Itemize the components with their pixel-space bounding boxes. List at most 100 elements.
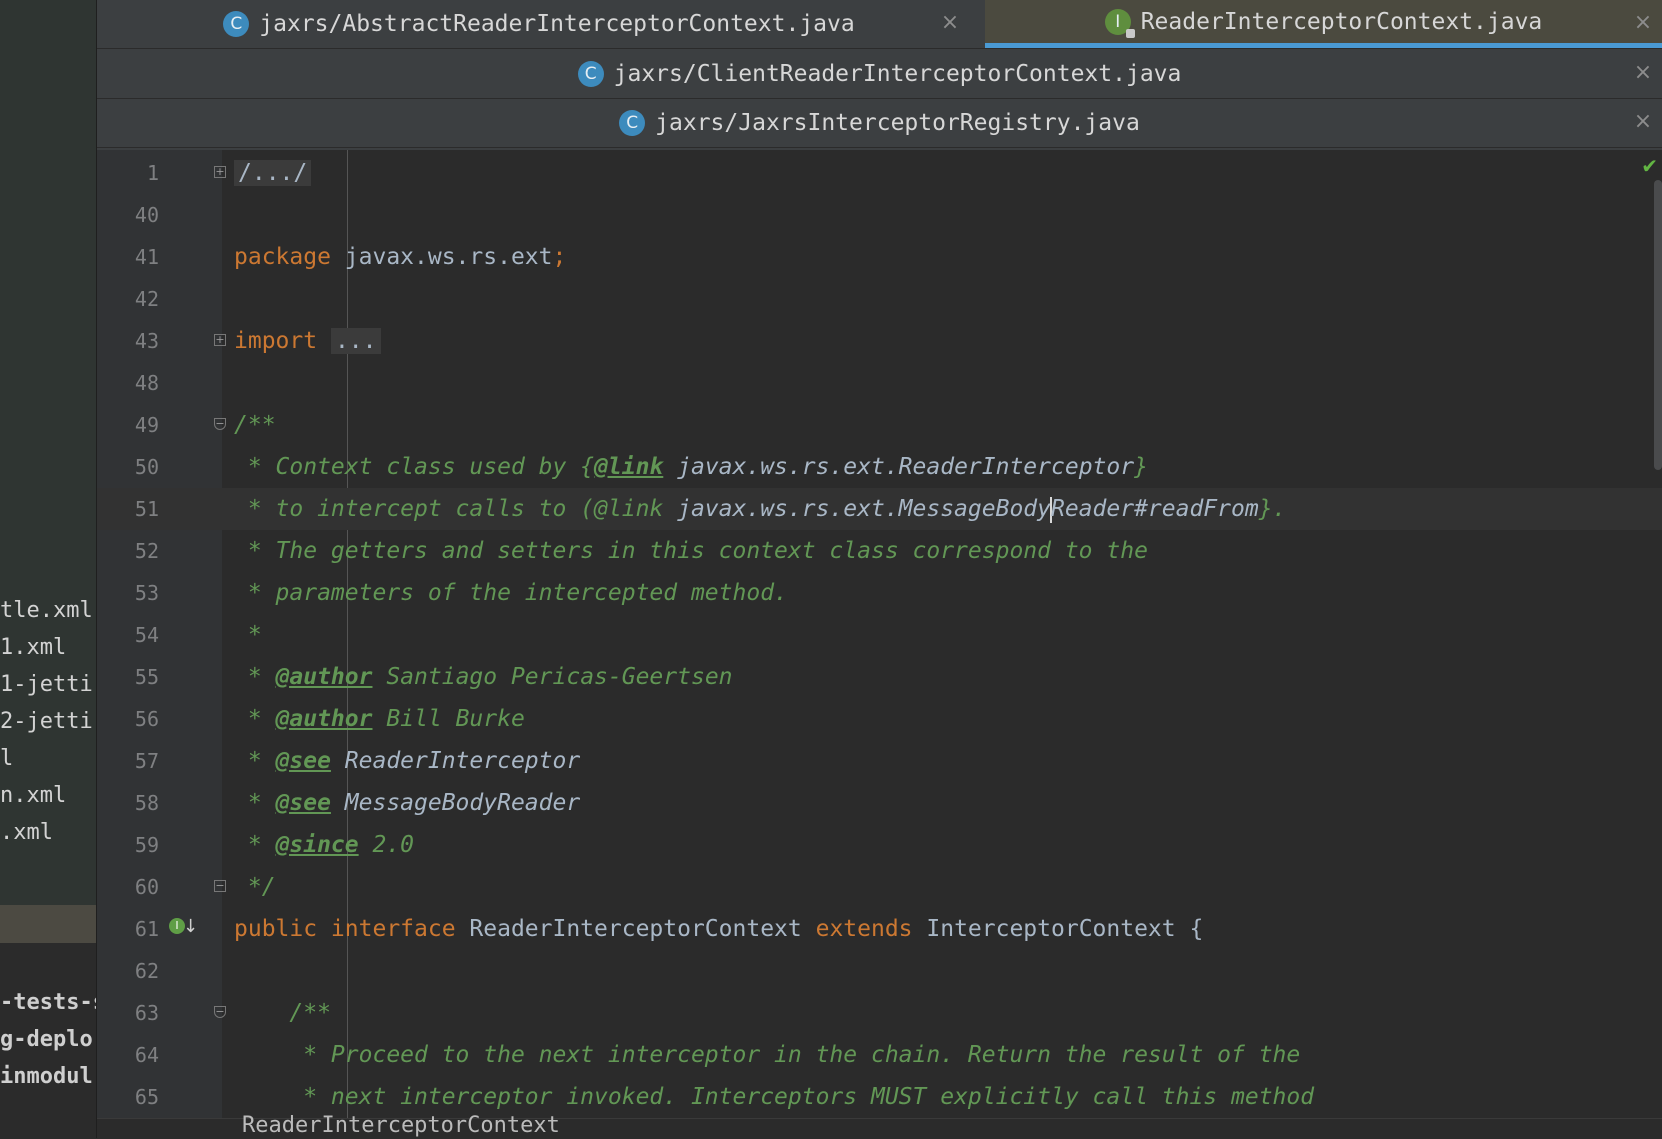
javadoc-tag: @since [275,832,359,858]
sidebar-file-item[interactable]: .xml [0,820,53,845]
javadoc-text: * [234,622,262,648]
javadoc-text: * parameters of the intercepted method. [234,580,788,606]
code-line[interactable]: 60 − */ [97,866,1662,908]
line-number: 62 [134,959,159,983]
code-line[interactable]: 48 [97,362,1662,404]
code-line[interactable]: 62 [97,950,1662,992]
fold-collapse-icon[interactable]: − [214,880,226,892]
line-number: 53 [134,581,159,605]
javadoc-text: * [234,832,276,858]
close-icon[interactable]: × [1632,111,1654,133]
code-line[interactable]: 55 * @author Santiago Pericas-Geertsen [97,656,1662,698]
sidebar-selected-row[interactable] [0,905,97,943]
keyword: import [234,328,318,354]
code-line[interactable]: 53 * parameters of the intercepted metho… [97,572,1662,614]
keyword: extends [815,916,913,942]
line-number: 55 [134,665,159,689]
javadoc-text: 2.0 [358,832,415,858]
code-line[interactable]: 50 * Context class used by {@link javax.… [97,446,1662,488]
fold-collapse-icon[interactable]: − [214,1006,226,1018]
tab-label: jaxrs/ClientReaderInterceptorContext.jav… [613,61,1182,87]
javadoc-text: Bill Burke [372,706,525,732]
inspection-ok-icon[interactable]: ✔ [1641,154,1658,178]
line-number: 58 [134,791,159,815]
javadoc-text: * [234,664,276,690]
javadoc-tag: @author [275,664,373,690]
sidebar-file-item[interactable]: tle.xml [0,598,93,623]
class-icon: C [619,110,646,136]
sidebar-module-item[interactable]: -tests-s [0,990,97,1015]
folded-header-comment[interactable]: /.../ [234,160,312,186]
tab-jaxrs-interceptor-registry[interactable]: C jaxrs/JaxrsInterceptorRegistry.java × [97,99,1662,147]
semicolon: ; [552,244,567,270]
line-number: 63 [134,1001,159,1025]
code-line[interactable]: 64 * Proceed to the next interceptor in … [97,1034,1662,1076]
javadoc-text: */ [234,874,276,900]
code-line[interactable]: 65 * next interceptor invoked. Intercept… [97,1076,1662,1118]
javadoc-reference: MessageBodyReader [330,790,581,816]
sidebar-module-item[interactable]: inmodul [0,1064,93,1089]
line-number: 54 [134,623,159,647]
javadoc-reference: ReaderInterceptor [330,748,581,774]
tab-row-3: C jaxrs/JaxrsInterceptorRegistry.java × [97,99,1662,148]
folded-imports[interactable]: ... [330,328,381,354]
line-number: 56 [134,707,159,731]
javadoc-text: }. [1258,496,1287,522]
code-line[interactable]: 41 package javax.ws.rs.ext; [97,236,1662,278]
tab-reader-interceptor-context[interactable]: I ReaderInterceptorContext.java × [985,0,1662,48]
line-number: 61 [134,917,159,941]
line-number: 43 [134,329,159,353]
down-arrow-icon[interactable]: ↓ [183,916,198,937]
code-line[interactable]: 57 * @see ReaderInterceptor [97,740,1662,782]
line-number: 41 [134,245,159,269]
code-line-current[interactable]: 51 * to intercept calls to (@link javax.… [97,488,1662,530]
fold-collapse-icon[interactable]: − [214,418,226,430]
line-number: 51 [134,497,159,521]
vertical-scrollbar[interactable] [1654,180,1662,470]
interface-icon: I [1104,8,1135,38]
tab-client-reader-interceptor-context[interactable]: C jaxrs/ClientReaderInterceptorContext.j… [97,50,1662,98]
code-editor[interactable]: 1 + /.../ 40 41 package javax.ws.rs.ext;… [97,150,1662,1118]
close-icon[interactable]: × [1632,12,1654,34]
code-line[interactable]: 54 * [97,614,1662,656]
line-number: 52 [134,539,159,563]
sidebar-file-item[interactable]: 2-jetti [0,709,93,734]
sidebar-module-item[interactable]: g-deplo [0,1027,93,1052]
javadoc-text: * to intercept calls to (@link [234,496,678,522]
javadoc-tag: @author [275,706,373,732]
javadoc-text: * next interceptor invoked. Interceptors… [234,1084,1315,1110]
tab-row-1: C jaxrs/AbstractReaderInterceptorContext… [97,0,1662,49]
code-line[interactable]: 40 [97,194,1662,236]
code-line[interactable]: 56 * @author Bill Burke [97,698,1662,740]
close-icon[interactable]: × [939,12,961,34]
javadoc-text: } [1134,454,1148,480]
sidebar-file-item[interactable]: 1.xml [0,635,66,660]
code-line[interactable]: 43 + import ... [97,320,1662,362]
breadcrumb-item[interactable]: ReaderInterceptorContext [242,1113,560,1138]
javadoc-text: * [234,706,276,732]
code-line[interactable]: 49 − /** [97,404,1662,446]
code-line[interactable]: 52 * The getters and setters in this con… [97,530,1662,572]
line-number: 48 [134,371,159,395]
lock-icon [1125,28,1135,38]
fold-expand-icon[interactable]: + [214,334,226,346]
code-line[interactable]: 42 [97,278,1662,320]
code-line[interactable]: 61 I ↓ public interface ReaderIntercepto… [97,908,1662,950]
super-interface: InterceptorContext { [912,916,1204,942]
sidebar-tree-background [0,0,97,905]
class-icon: C [223,11,250,37]
close-icon[interactable]: × [1632,62,1654,84]
sidebar-file-item[interactable]: 1-jetti [0,672,93,697]
line-number: 64 [134,1043,159,1067]
sidebar-file-item[interactable]: n.xml [0,783,66,808]
code-line[interactable]: 63 − /** [97,992,1662,1034]
line-number: 59 [134,833,159,857]
project-sidebar: tle.xml 1.xml 1-jetti 2-jetti l n.xml .x… [0,0,97,1138]
code-line[interactable]: 58 * @see MessageBodyReader [97,782,1662,824]
javadoc-text: * [234,748,276,774]
sidebar-file-item[interactable]: l [0,746,13,771]
code-line[interactable]: 1 + /.../ [97,152,1662,194]
tab-abstract-reader-interceptor-context[interactable]: C jaxrs/AbstractReaderInterceptorContext… [97,0,981,48]
fold-expand-icon[interactable]: + [214,166,226,178]
code-line[interactable]: 59 * @since 2.0 [97,824,1662,866]
